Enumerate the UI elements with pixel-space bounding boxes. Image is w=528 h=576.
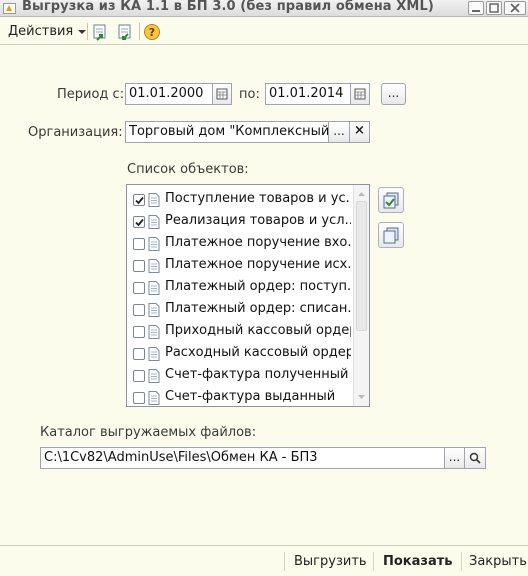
- list-item[interactable]: Поступление товаров и ус...: [127, 188, 353, 210]
- dropdown-arrow-icon: [78, 29, 87, 34]
- document-icon: [148, 391, 160, 405]
- footer-separator: [284, 552, 285, 571]
- catalog-path-input[interactable]: C:\1Cv82\AdminUse\Files\Обмен КА - БП3: [40, 447, 445, 469]
- period-select-button[interactable]: ...: [381, 83, 406, 105]
- item-checkbox[interactable]: [133, 238, 145, 250]
- check-all-icon: [383, 192, 399, 209]
- catalog-open-button[interactable]: [464, 447, 486, 469]
- checkmark-icon: [135, 196, 144, 205]
- close-icon: [510, 3, 520, 13]
- objects-list[interactable]: Поступление товаров и ус... Реализация то…: [126, 184, 370, 407]
- list-item[interactable]: Платежное поручение вхо...: [127, 232, 353, 254]
- actions-label: Действия: [8, 24, 74, 39]
- list-item-label: Платежный ордер: поступ...: [165, 279, 351, 294]
- organization-input[interactable]: Торговый дом "Комплексный": [125, 121, 329, 143]
- period-to-calendar-button[interactable]: [350, 83, 370, 105]
- close-button[interactable]: Закрыть: [469, 554, 527, 569]
- document-icon: [148, 193, 160, 207]
- document-icon: [148, 347, 160, 361]
- list-item[interactable]: Счет-фактура полученный: [127, 364, 353, 386]
- objects-list-label: Список объектов:: [127, 162, 249, 177]
- list-item-label: Счет-фактура выданный: [165, 389, 336, 404]
- list-item-label: Приходный кассовый ордер: [165, 323, 351, 338]
- objects-list-scrollbar[interactable]: [353, 185, 369, 406]
- item-checkbox[interactable]: [133, 348, 145, 360]
- document-icon: [148, 369, 160, 383]
- list-item-label: Платежное поручение исх...: [165, 257, 351, 272]
- catalog-label: Каталог выгружаемых файлов:: [40, 425, 257, 440]
- organization-label: Организация:: [28, 125, 123, 140]
- list-item[interactable]: Платежное поручение исх...: [127, 254, 353, 276]
- calendar-icon: [354, 88, 366, 100]
- uncheck-all-button[interactable]: [378, 222, 404, 248]
- magnifier-icon: [469, 452, 481, 464]
- maximize-icon: [489, 3, 499, 13]
- window-title: Выгрузка из КА 1.1 в БП 3.0 (без правил …: [22, 0, 434, 14]
- list-item[interactable]: Счет-фактура выданный: [127, 386, 353, 408]
- export-button[interactable]: Выгрузить: [294, 554, 367, 569]
- item-checkbox[interactable]: [133, 326, 145, 338]
- document-icon: [148, 303, 160, 317]
- scroll-down-icon: [358, 395, 365, 399]
- list-item-label: Реализация товаров и усл...: [165, 213, 351, 228]
- organization-clear-button[interactable]: ×: [349, 121, 370, 143]
- item-checkbox[interactable]: [133, 194, 145, 206]
- help-icon[interactable]: ?: [143, 23, 161, 41]
- catalog-select-button[interactable]: ...: [444, 447, 465, 469]
- document-icon: [148, 237, 160, 251]
- period-to-input[interactable]: 01.01.2014: [265, 83, 351, 105]
- save-settings-icon[interactable]: [116, 23, 134, 41]
- calendar-icon: [216, 88, 228, 100]
- period-from-calendar-button[interactable]: [212, 83, 232, 105]
- list-item-label: Платежный ордер: списан...: [165, 301, 351, 316]
- list-item[interactable]: Расходный кассовый ордер: [127, 342, 353, 364]
- toolbar-separator: [139, 23, 140, 40]
- footer-separator: [461, 552, 462, 571]
- checkmark-icon: [135, 218, 144, 227]
- list-item[interactable]: Приходный кассовый ордер: [127, 320, 353, 342]
- maximize-button[interactable]: [486, 1, 502, 15]
- list-item-label: Расходный кассовый ордер: [165, 345, 351, 360]
- close-window-button[interactable]: [504, 1, 526, 15]
- item-checkbox[interactable]: [133, 282, 145, 294]
- list-item-label: Платежное поручение вхо...: [165, 235, 351, 250]
- footer-separator: [373, 552, 374, 571]
- list-item-label: Счет-фактура полученный: [165, 367, 349, 382]
- period-to-label: по:: [239, 87, 260, 102]
- organization-select-button[interactable]: ...: [328, 121, 350, 143]
- document-icon: [148, 215, 160, 229]
- document-icon: [148, 281, 160, 295]
- scroll-up-icon: [358, 192, 365, 196]
- period-from-input[interactable]: 01.01.2000: [125, 83, 213, 105]
- item-checkbox[interactable]: [133, 392, 145, 404]
- document-icon: [148, 325, 160, 339]
- show-button[interactable]: Показать: [383, 554, 453, 569]
- period-from-label: Период с:: [57, 87, 125, 102]
- list-item-label: Поступление товаров и ус...: [165, 191, 351, 206]
- uncheck-all-icon: [383, 227, 399, 244]
- item-checkbox[interactable]: [133, 370, 145, 382]
- list-item[interactable]: Платежный ордер: списан...: [127, 298, 353, 320]
- actions-menu[interactable]: Действия: [8, 24, 87, 39]
- list-item[interactable]: Реализация товаров и усл...: [127, 210, 353, 232]
- minimize-button[interactable]: [468, 1, 484, 15]
- list-item[interactable]: Платежный ордер: поступ...: [127, 276, 353, 298]
- item-checkbox[interactable]: [133, 304, 145, 316]
- scrollbar-thumb[interactable]: [356, 201, 367, 331]
- toolbar: Действия ?: [0, 17, 528, 45]
- title-bar: Выгрузка из КА 1.1 в БП 3.0 (без правил …: [0, 0, 528, 17]
- app-icon: [3, 3, 16, 14]
- toolbar-separator: [87, 23, 88, 40]
- item-checkbox[interactable]: [133, 260, 145, 272]
- item-checkbox[interactable]: [133, 216, 145, 228]
- document-icon: [148, 259, 160, 273]
- load-settings-icon[interactable]: [91, 23, 109, 41]
- minimize-icon: [472, 10, 480, 12]
- svg-text:?: ?: [149, 26, 155, 39]
- footer-bar: Выгрузить Показать Закрыть: [0, 545, 528, 576]
- check-all-button[interactable]: [378, 187, 404, 213]
